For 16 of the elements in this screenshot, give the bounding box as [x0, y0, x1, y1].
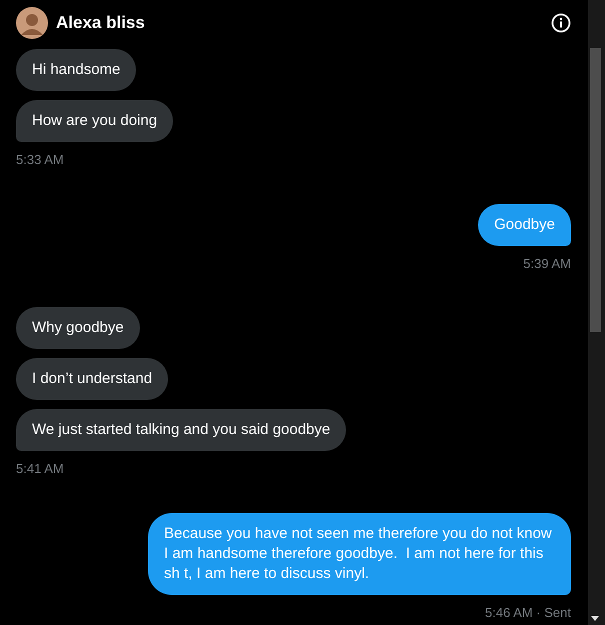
- scrollbar[interactable]: [588, 0, 605, 625]
- message-bubble: Hi handsome: [16, 49, 136, 91]
- contact-name: Alexa bliss: [56, 12, 145, 34]
- message-bubble: How are you doing: [16, 100, 174, 142]
- info-icon[interactable]: [551, 12, 571, 32]
- message-bubble: Goodbye: [478, 204, 571, 246]
- scroll-down-icon[interactable]: [591, 616, 599, 621]
- avatar[interactable]: [16, 6, 48, 38]
- message-time: 5:41 AM: [16, 460, 64, 478]
- message-bubble: Why goodbye: [16, 307, 140, 349]
- message-bubble: I don’t understand: [16, 358, 168, 400]
- message-bubble: Because you have not seen me therefore you do not know I am handsome therefore goodbye. I am not here for this sh t, I am here to discuss vinyl.: [148, 512, 571, 594]
- message-time: 5:46 AM · Sent: [485, 604, 571, 622]
- message-time: 5:33 AM: [16, 151, 64, 169]
- message-time: 5:39 AM: [523, 254, 571, 272]
- message-bubble: We just started talking and you said goodbye: [16, 409, 346, 451]
